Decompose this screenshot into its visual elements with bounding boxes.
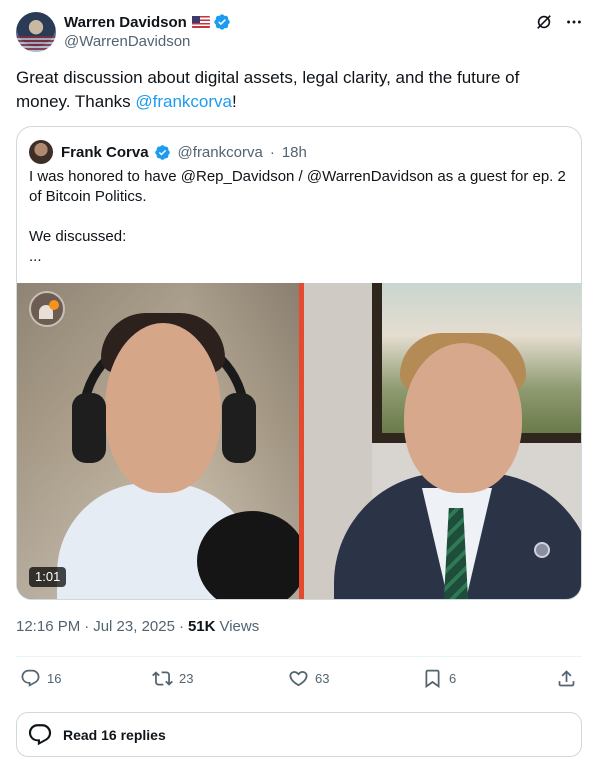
share-icon xyxy=(558,670,575,687)
divider-line xyxy=(16,656,582,657)
quoted-tweet-text: I was honored to have @Rep_Davidson / @W… xyxy=(29,168,566,265)
tweet-text-body: Great discussion about digital assets, l… xyxy=(16,68,520,111)
quoted-author-name[interactable]: Frank Corva xyxy=(61,144,149,161)
microphone-shape xyxy=(197,511,307,599)
grok-icon[interactable] xyxy=(534,12,554,32)
author-name-row: Warren Davidson xyxy=(64,13,231,31)
video-duration-badge: 1:01 xyxy=(29,567,67,587)
tweet-header: Warren Davidson @WarrenDavidson xyxy=(16,12,584,54)
share-button[interactable] xyxy=(556,668,577,689)
tweet-date[interactable]: Jul 23, 2025 xyxy=(93,618,175,635)
quoted-tweet-header: Frank Corva @frankcorva · 18h xyxy=(29,140,307,164)
more-options-icon[interactable] xyxy=(564,12,584,32)
author-name[interactable]: Warren Davidson xyxy=(64,14,187,31)
bitcoin-politics-logo-icon xyxy=(29,291,65,327)
read-replies-button[interactable]: Read 16 replies xyxy=(16,712,582,757)
bookmark-count: 6 xyxy=(449,671,457,686)
tweet-text-end: ! xyxy=(232,92,237,111)
repost-icon xyxy=(152,671,173,686)
verified-badge-icon xyxy=(154,144,170,160)
verified-badge-icon xyxy=(214,14,230,30)
mention-link[interactable]: @frankcorva xyxy=(135,92,232,111)
like-button[interactable]: 63 xyxy=(288,668,329,689)
reply-button[interactable]: 16 xyxy=(20,668,61,689)
tweet-meta: 12:16 PM · Jul 23, 2025 · 51K Views xyxy=(16,618,259,635)
tweet-text: Great discussion about digital assets, l… xyxy=(16,66,576,114)
author-handle[interactable]: @WarrenDavidson xyxy=(64,33,190,50)
quoted-tweet-time[interactable]: 18h xyxy=(282,144,307,161)
repost-button[interactable]: 23 xyxy=(152,668,193,689)
quoted-tweet[interactable]: Frank Corva @frankcorva · 18h I was hono… xyxy=(16,126,582,600)
reply-icon xyxy=(21,669,40,687)
meta-separator: · xyxy=(178,618,184,635)
views-label: Views xyxy=(219,618,260,635)
views-count: 51K xyxy=(187,618,216,635)
like-count: 63 xyxy=(315,671,330,686)
us-flag-icon xyxy=(191,16,210,28)
reply-count: 16 xyxy=(47,671,62,686)
author-avatar[interactable] xyxy=(16,12,56,52)
bookmark-icon xyxy=(425,669,440,689)
tweet-time[interactable]: 12:16 PM xyxy=(16,618,80,635)
bookmark-button[interactable]: 6 xyxy=(422,668,456,689)
video-player[interactable]: 1:01 xyxy=(17,283,581,599)
video-left-pane xyxy=(17,283,307,599)
reply-bubble-icon xyxy=(28,723,52,745)
separator-dot: · xyxy=(269,143,275,161)
action-bar: 16 23 63 6 xyxy=(20,668,580,692)
quoted-author-avatar[interactable] xyxy=(29,140,53,164)
header-actions xyxy=(534,12,584,32)
video-right-pane xyxy=(304,283,581,599)
meta-separator: · xyxy=(84,618,90,635)
repost-count: 23 xyxy=(179,671,194,686)
congress-pin-icon xyxy=(534,542,550,558)
heart-icon xyxy=(289,671,308,687)
read-replies-label: Read 16 replies xyxy=(63,726,166,743)
quoted-author-handle[interactable]: @frankcorva xyxy=(178,144,263,161)
